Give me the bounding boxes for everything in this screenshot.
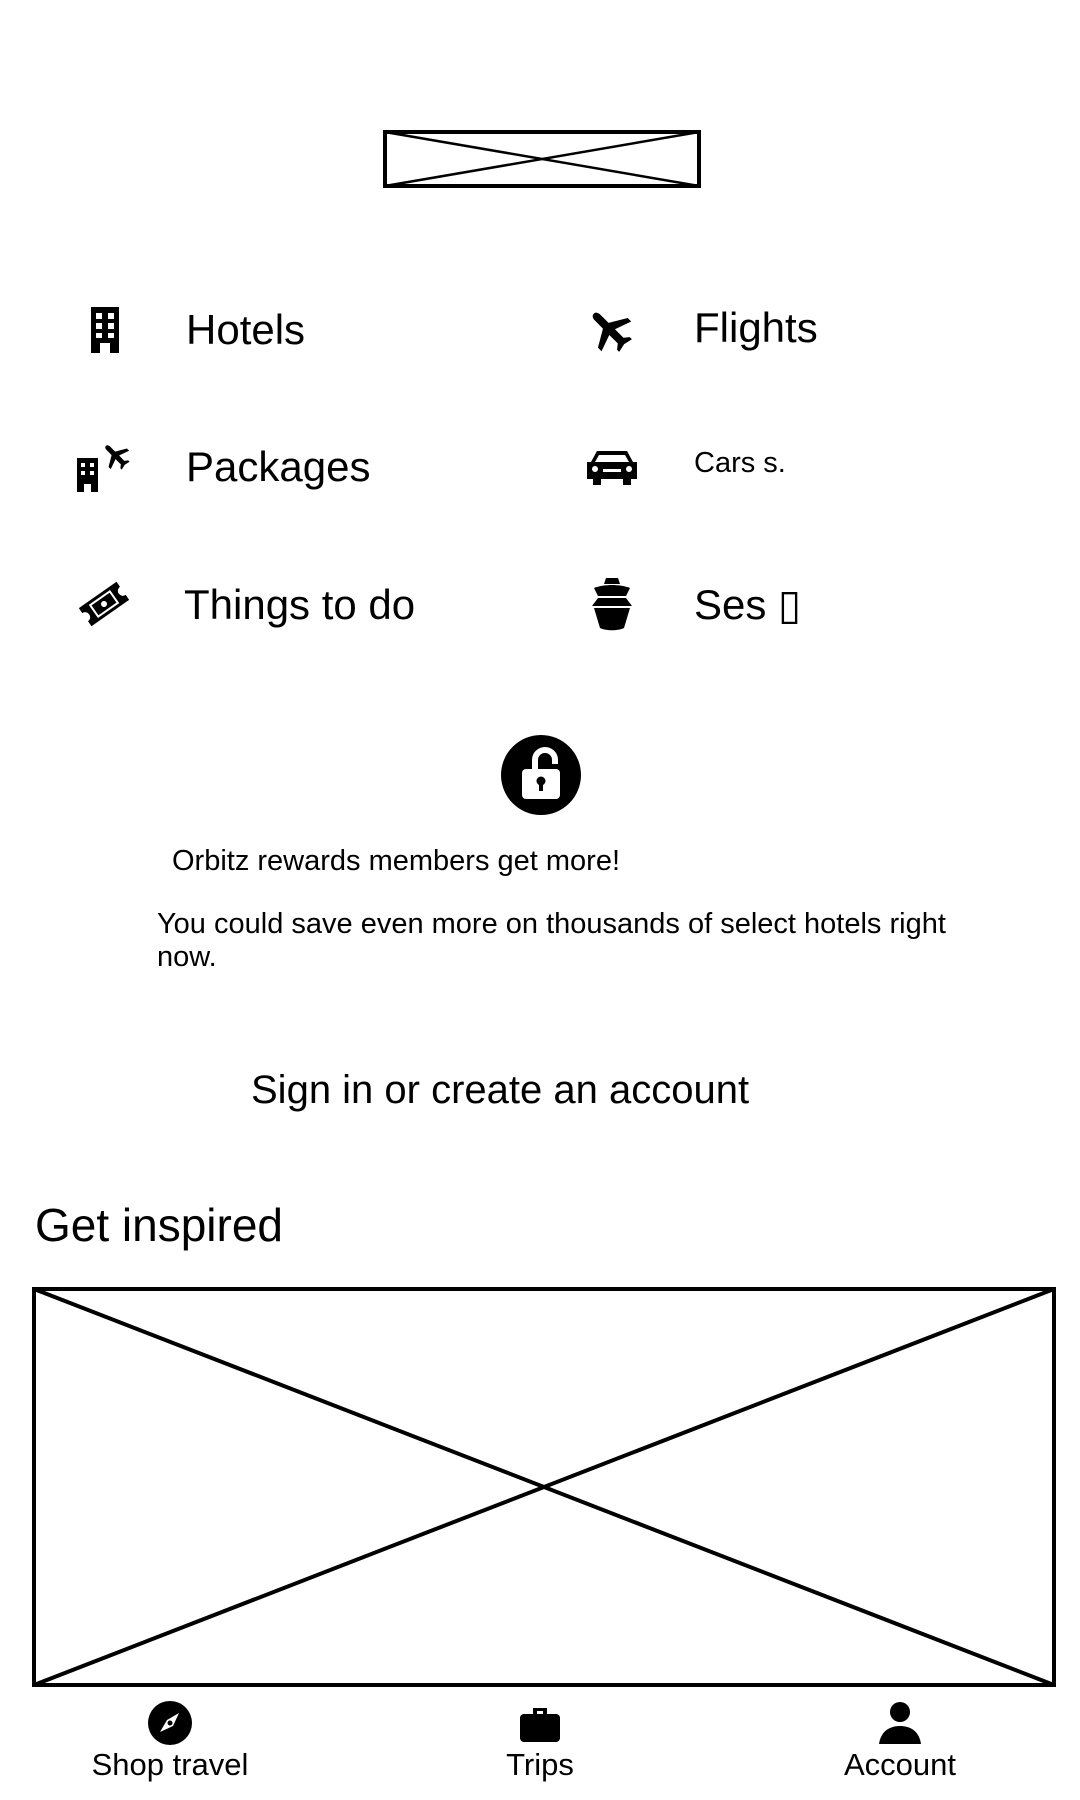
category-flights[interactable]: Flights bbox=[580, 295, 1030, 365]
cruise-ship-icon bbox=[582, 574, 642, 634]
unlock-icon bbox=[501, 735, 581, 815]
section-title: Get inspired bbox=[35, 1199, 284, 1251]
category-cars[interactable]: Cars s. bbox=[580, 432, 1030, 502]
rewards-description: You could save even more on thousands of… bbox=[157, 908, 946, 973]
category-label: Hotels bbox=[186, 306, 306, 353]
category-hotels[interactable]: Hotels bbox=[70, 295, 490, 365]
category-label: Packages bbox=[186, 443, 371, 490]
person-icon bbox=[879, 1702, 921, 1744]
nav-trips[interactable]: Trips bbox=[490, 1700, 590, 1782]
nav-label: Trips bbox=[506, 1747, 574, 1782]
category-label: Things to do bbox=[184, 581, 416, 628]
package-icon bbox=[70, 436, 140, 496]
logo-image-placeholder bbox=[383, 130, 701, 188]
inspired-image-placeholder[interactable] bbox=[32, 1287, 1056, 1687]
category-packages[interactable]: Packages bbox=[70, 432, 490, 502]
nav-label: Account bbox=[843, 1747, 956, 1782]
briefcase-icon bbox=[520, 1708, 560, 1742]
sign-in-button[interactable]: Sign in or create an account bbox=[251, 1066, 749, 1114]
category-cruises[interactable]: Ses ▯ bbox=[580, 570, 1030, 640]
rewards-title: Orbitz rewards members get more! bbox=[172, 845, 621, 877]
nav-label: Shop travel bbox=[91, 1747, 249, 1782]
plane-icon bbox=[580, 300, 640, 360]
ticket-icon bbox=[74, 574, 134, 634]
category-label: Ses ▯ bbox=[694, 581, 802, 628]
category-label: Flights bbox=[694, 304, 818, 351]
car-icon bbox=[582, 436, 642, 496]
nav-account[interactable]: Account bbox=[835, 1700, 965, 1782]
category-things-to-do[interactable]: Things to do bbox=[70, 570, 490, 640]
compass-icon bbox=[148, 1701, 192, 1745]
nav-shop-travel[interactable]: Shop travel bbox=[92, 1700, 248, 1782]
category-label: Cars s. bbox=[694, 447, 786, 479]
hotel-icon bbox=[75, 300, 135, 360]
